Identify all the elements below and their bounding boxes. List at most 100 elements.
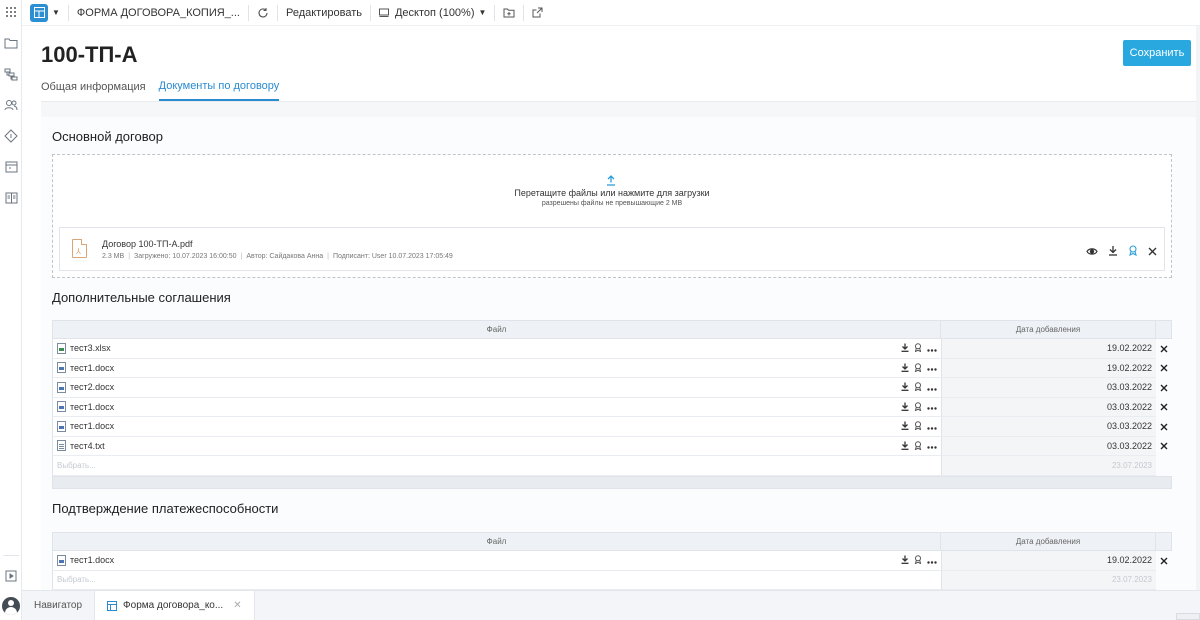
more-icon[interactable]: [927, 363, 937, 373]
download-icon[interactable]: [901, 382, 909, 393]
vertical-scrollbar[interactable]: [1196, 26, 1200, 590]
remove-row-icon[interactable]: [1156, 358, 1172, 378]
folder-icon[interactable]: [3, 35, 19, 51]
navigator-tab[interactable]: Навигатор: [22, 591, 94, 620]
table-footer: [52, 475, 1172, 489]
doc-file-icon: [57, 401, 66, 413]
date-placeholder: 23.07.2023: [1111, 460, 1152, 470]
users-icon[interactable]: [3, 97, 19, 113]
column-header-file[interactable]: Файл: [52, 532, 941, 551]
play-panel-icon[interactable]: [3, 568, 19, 584]
refresh-icon[interactable]: [249, 0, 277, 26]
column-header-file[interactable]: Файл: [52, 320, 941, 339]
section-title-additional-agreements: Дополнительные соглашения: [52, 290, 231, 305]
more-icon[interactable]: [927, 344, 937, 354]
signature-icon[interactable]: [914, 421, 922, 432]
signature-icon[interactable]: [914, 362, 922, 374]
xls-file-icon: [57, 342, 66, 354]
hierarchy-icon[interactable]: [3, 66, 19, 82]
file-name[interactable]: тест1.docx: [70, 421, 114, 431]
remove-row-icon[interactable]: [1156, 397, 1172, 417]
monitor-icon: [378, 8, 389, 17]
file-name[interactable]: тест3.xlsx: [70, 343, 111, 353]
date-cell: 03.03.2022: [941, 436, 1156, 456]
file-name[interactable]: тест4.txt: [70, 441, 105, 451]
eye-icon[interactable]: [1086, 243, 1098, 261]
open-document-tab[interactable]: Форма договора_ко... ✕: [94, 591, 255, 620]
dropzone-hint-text: разрешены файлы не превышающие 2 MB: [541, 200, 683, 207]
file-name[interactable]: тест1.docx: [70, 402, 114, 412]
open-external-icon[interactable]: [524, 0, 551, 26]
user-avatar[interactable]: [2, 597, 20, 615]
file-actions: [1086, 243, 1157, 261]
file-name[interactable]: тест1.docx: [70, 555, 114, 565]
file-name[interactable]: тест1.docx: [70, 363, 114, 373]
download-icon[interactable]: [1108, 243, 1118, 261]
file-select-field[interactable]: Выбрать...: [52, 456, 941, 476]
save-button[interactable]: Сохранить: [1123, 40, 1191, 66]
download-icon[interactable]: [901, 441, 909, 452]
solvency-table: Файл Дата добавления тест1.docx 19.02.202…: [52, 532, 1172, 590]
more-icon[interactable]: [927, 402, 937, 412]
doc-file-icon: [57, 554, 66, 566]
table-row-new: Выбрать... 23.07.2023: [52, 456, 1172, 476]
view-mode-label: Десктоп (100%): [394, 6, 475, 19]
tab-contract-documents[interactable]: Документы по договору: [158, 72, 280, 101]
date-cell: 19.02.2022: [941, 551, 1156, 571]
file-cell: тест1.docx: [52, 551, 941, 571]
remove-row-icon[interactable]: [1156, 551, 1172, 571]
remove-row-icon[interactable]: [1156, 436, 1172, 456]
file-select-field[interactable]: Выбрать...: [52, 570, 941, 590]
row-actions: [901, 421, 937, 432]
calendar-box-icon[interactable]: [3, 159, 19, 175]
signature-icon[interactable]: [1128, 243, 1138, 261]
signature-icon[interactable]: [914, 555, 922, 566]
signature-icon[interactable]: [914, 382, 922, 393]
close-tab-icon[interactable]: ✕: [233, 600, 241, 611]
file-uploaded: Загружено: 10.07.2023 16:00:50: [134, 253, 237, 260]
row-actions: [901, 555, 937, 566]
download-icon[interactable]: [901, 555, 909, 566]
layout-caret-icon[interactable]: ▼: [52, 8, 60, 17]
signature-icon[interactable]: [914, 343, 922, 354]
more-icon[interactable]: [927, 556, 937, 566]
file-name[interactable]: Договор 100-ТП-А.pdf: [102, 239, 192, 249]
new-folder-icon[interactable]: [495, 0, 523, 26]
pdf-file-icon: ⅄: [72, 239, 87, 258]
diamond-info-icon[interactable]: [3, 128, 19, 144]
remove-row-icon[interactable]: [1156, 378, 1172, 398]
edit-button[interactable]: Редактировать: [278, 0, 370, 26]
layout-icon[interactable]: [30, 3, 48, 22]
signature-icon[interactable]: [914, 440, 922, 452]
file-name[interactable]: тест2.docx: [70, 382, 114, 392]
view-mode-select[interactable]: Десктоп (100%) ▼: [371, 0, 494, 26]
download-icon[interactable]: [901, 363, 909, 374]
date-cell: 03.03.2022: [941, 378, 1156, 398]
signature-icon[interactable]: [914, 401, 922, 413]
apps-grid-icon[interactable]: [3, 4, 19, 20]
table-row: тест1.docx 19.02.2022: [52, 551, 1172, 571]
file-signer: Подписант: User 10.07.2023 17:05:49: [332, 253, 453, 260]
download-icon[interactable]: [901, 343, 909, 354]
remove-row-icon[interactable]: [1156, 339, 1172, 359]
remove-file-icon[interactable]: [1148, 243, 1157, 261]
column-header-date[interactable]: Дата добавления: [941, 320, 1156, 339]
tab-bar: Общая информация Документы по договору: [41, 72, 280, 102]
more-icon[interactable]: [927, 383, 937, 393]
download-icon[interactable]: [901, 402, 909, 413]
remove-row-icon[interactable]: [1156, 417, 1172, 437]
download-icon[interactable]: [901, 421, 909, 432]
doc-file-icon: [57, 420, 66, 432]
left-rail: [0, 0, 22, 620]
upload-dropzone[interactable]: Перетащите файлы или нажмите для загрузк…: [52, 154, 1172, 278]
doc-file-icon: [57, 362, 66, 374]
tab-general-info[interactable]: Общая информация: [41, 72, 146, 101]
content-area: Основной договор Перетащите файлы или на…: [41, 101, 1200, 590]
book-icon[interactable]: [3, 190, 19, 206]
file-cell: тест4.txt: [52, 436, 941, 456]
more-icon[interactable]: [927, 422, 937, 432]
more-icon[interactable]: [927, 441, 937, 451]
date-cell: 19.02.2022: [941, 358, 1156, 378]
column-header-date[interactable]: Дата добавления: [941, 532, 1156, 551]
chevron-down-icon: ▼: [478, 8, 487, 17]
